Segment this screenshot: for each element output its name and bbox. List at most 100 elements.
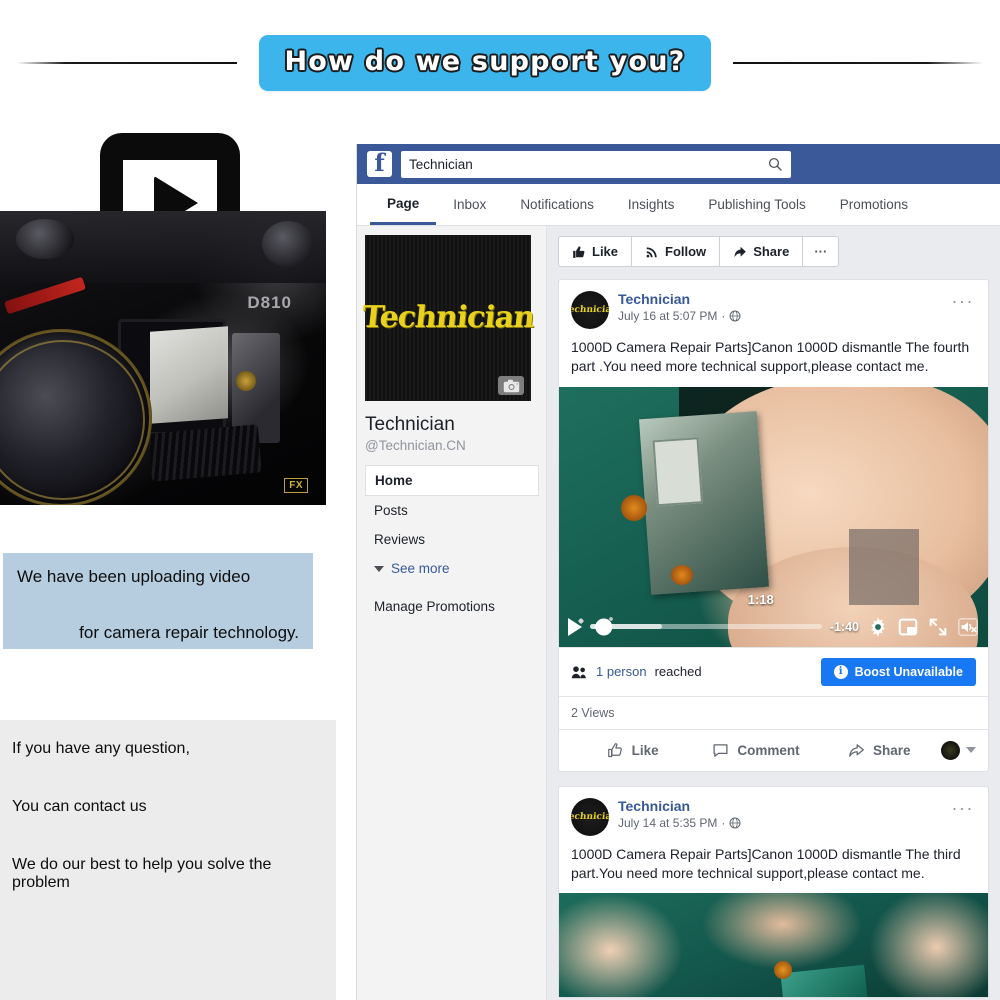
sidebar-item-posts[interactable]: Posts [365,496,539,525]
share-arrow-icon [734,246,747,257]
video2-orange-part [773,961,792,980]
gear-icon[interactable] [867,616,889,638]
page-follow-button[interactable]: Follow [632,237,721,266]
expand-fullscreen-icon[interactable] [927,616,949,638]
contact-line-3: We do our best to help you solve the pro… [12,856,272,891]
video-compression-artifact [849,528,919,605]
post-share-button[interactable]: Share [818,738,941,763]
contact-us-callout: If you have any question, You can contac… [0,720,336,1000]
avatar-text: Technician [571,811,609,822]
camera-glyph-icon [503,379,519,392]
sidebar-nav: Home Posts Reviews See more [365,465,539,583]
post-timestamp-row: July 14 at 5:35 PM · [618,816,952,830]
post-meta: Technician July 16 at 5:07 PM · [618,291,952,323]
page-profile-photo[interactable]: Technician [360,235,536,401]
info-icon: i [833,664,848,679]
camera-model-label: D810 [247,293,292,312]
tab-notifications[interactable]: Notifications [503,184,611,225]
post-timestamp[interactable]: July 16 at 5:07 PM [618,309,717,323]
play-icon[interactable] [568,617,582,636]
post-comment-button[interactable]: Comment [694,738,817,763]
page-profile-photo-text: Technician [360,299,536,335]
globe-privacy-icon[interactable] [729,817,741,829]
post-author[interactable]: Technician [618,291,952,307]
post-options-button[interactable]: ··· [952,798,976,819]
post-share-label: Share [873,742,911,758]
page-share-button[interactable]: Share [720,237,804,266]
post-comment-label: Comment [737,742,800,758]
post-author[interactable]: Technician [618,798,952,814]
sidebar-item-home[interactable]: Home [365,465,539,496]
reach-count[interactable]: 1 person [596,664,647,679]
uploading-video-callout: We have been uploading video for camera … [3,553,313,649]
boost-unavailable-button[interactable]: i Boost Unavailable [820,657,976,686]
tab-inbox-label: Inbox [453,197,487,212]
post-card: Technician Technician July 16 at 5:07 PM… [558,279,989,772]
avatar-text: Technician [571,305,609,315]
video-orange-part-two [671,564,693,585]
post-like-label: Like [631,742,659,758]
tab-promotions[interactable]: Promotions [823,184,925,225]
page-action-bar: Like Follow Share ··· [558,236,840,267]
post-timestamp-row: July 16 at 5:07 PM · [618,309,952,323]
post-video-player[interactable]: 1:18 -1:40 [559,386,988,647]
volume-mute-icon[interactable] [957,616,979,638]
reaction-avatar[interactable] [940,740,960,760]
sidebar-manage-promotions[interactable]: Manage Promotions [365,583,546,614]
sidebar-item-reviews[interactable]: Reviews [365,525,539,554]
reach-suffix: reached [654,664,702,680]
globe-privacy-icon[interactable] [729,310,741,322]
thumbs-up-icon [573,245,585,258]
tab-inbox[interactable]: Inbox [436,184,503,225]
page-nav-tabs: Page Inbox Notifications Insights Publis… [357,184,1000,226]
page-like-button[interactable]: Like [559,237,633,266]
tab-insights[interactable]: Insights [611,184,692,225]
post-header: Technician Technician July 16 at 5:07 PM… [559,280,988,329]
post-reach-row: 1 person reached i Boost Unavailable [559,646,988,696]
tab-page[interactable]: Page [370,184,437,225]
page-like-label: Like [592,244,619,259]
post-options-button[interactable]: ··· [952,291,976,312]
picture-in-picture-icon[interactable] [897,616,919,638]
camera-gear-one [236,371,256,391]
camera-grip-texture [148,424,262,482]
video-camera-board [639,410,769,595]
camera-internals-photo: D810 FX [0,211,326,505]
search-icon[interactable] [767,156,783,172]
banner-rule-left [16,61,237,64]
page-handle: @Technician.CN [365,438,466,453]
edit-photo-camera-icon[interactable] [498,376,524,395]
video-time-tooltip: 1:18 [747,591,774,607]
avatar[interactable]: Technician [571,291,609,329]
post-like-button[interactable]: Like [571,738,694,763]
video2-background [559,893,988,998]
reaction-profile-selector[interactable] [940,740,976,760]
share-outline-icon [849,743,864,757]
facebook-logo-icon[interactable]: f [367,151,392,177]
page-feed: Like Follow Share ··· Technician Technic… [547,226,1000,1000]
avatar[interactable]: Technician [571,797,609,836]
chevron-down-icon[interactable] [965,747,976,754]
post-video-thumbnail[interactable] [559,893,988,998]
banner-title: How do we support you? [284,45,686,77]
search-bar[interactable] [401,150,791,178]
reach-info: 1 person reached [571,664,702,679]
page-share-label: Share [753,244,790,259]
video-progress-slider[interactable] [590,618,822,636]
page-more-button[interactable]: ··· [803,237,838,266]
video-remaining-time: -1:40 [829,619,859,634]
video-progress-handle[interactable] [595,618,613,636]
see-more-label: See more [391,561,450,576]
page-sidebar: Technician Technician @Technician.CN Hom… [357,226,547,1000]
timestamp-separator: · [721,815,726,830]
search-input[interactable] [409,156,767,172]
comment-bubble-icon [713,743,728,757]
sidebar-see-more[interactable]: See more [365,554,539,583]
tab-publishing-tools[interactable]: Publishing Tools [691,184,822,225]
banner-rule-right [733,61,984,64]
thumbs-up-outline-icon [607,742,622,757]
tab-publishing-tools-label: Publishing Tools [708,197,806,212]
video-orange-part-one [621,494,647,521]
banner-pill: How do we support you? [258,34,712,91]
post-timestamp[interactable]: July 14 at 5:35 PM [618,816,717,830]
